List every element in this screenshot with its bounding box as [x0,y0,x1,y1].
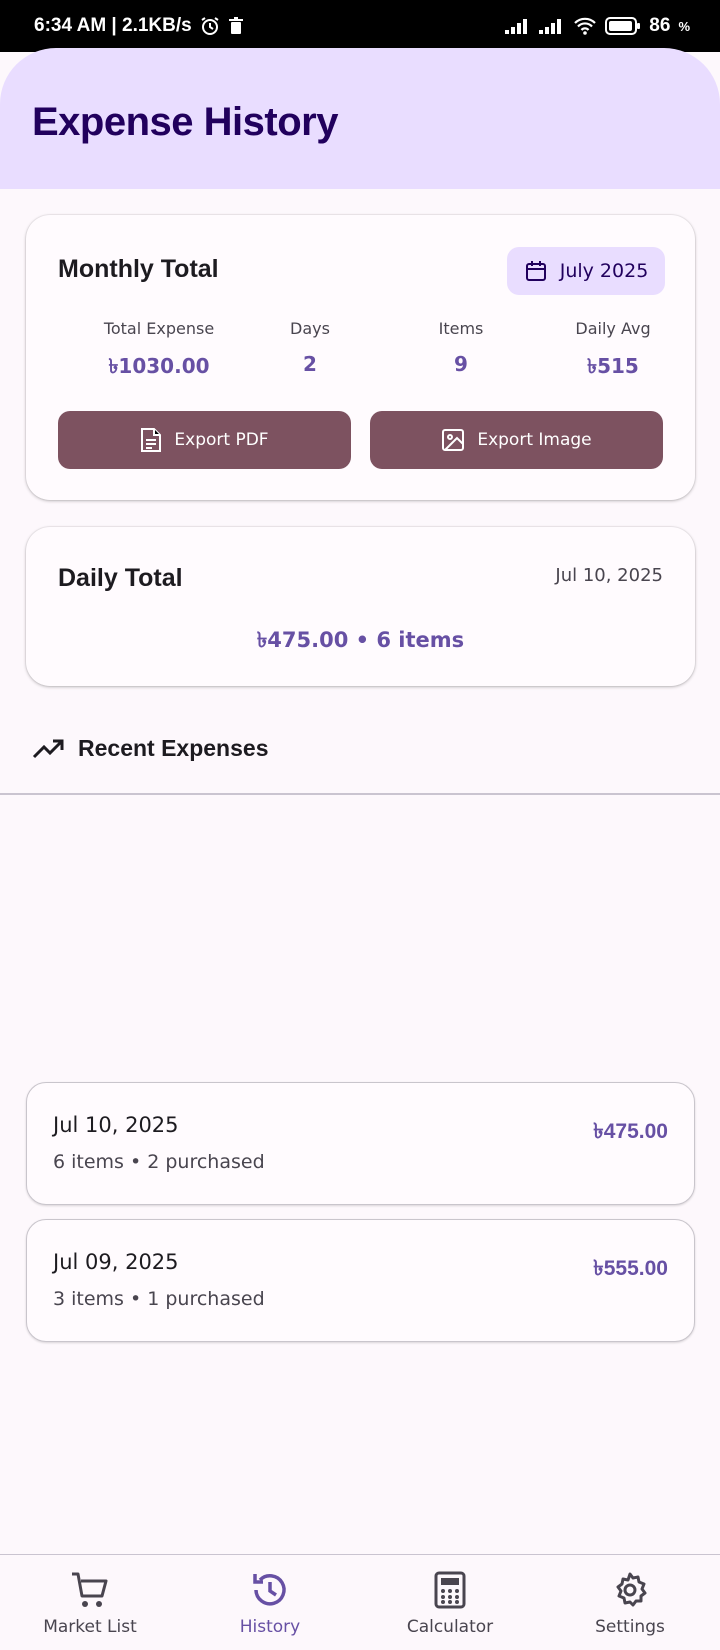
expense-meta: 6 items • 2 purchased [53,1151,265,1173]
status-left: 6:34 AM | 2.1KB/s [34,15,244,37]
battery-icon [605,17,641,35]
document-icon [141,428,162,452]
stat-label: Days [290,319,330,338]
month-label: July 2025 [559,260,649,282]
calculator-icon [434,1571,466,1609]
app-header: Expense History [0,48,720,189]
daily-date: Jul 10, 2025 [555,565,663,586]
calendar-icon [525,261,546,281]
nav-settings[interactable]: Settings [540,1571,720,1637]
recent-expenses-header: Recent Expenses [32,735,268,762]
status-right: 86% [505,15,690,37]
nav-label: History [239,1617,301,1637]
daily-total-card: Daily Total Jul 10, 2025 ৳475.00 • 6 ite… [26,527,695,686]
nav-label: Calculator [406,1617,494,1637]
stat-daily-avg: Daily Avg ৳515 [538,319,688,385]
history-icon [253,1574,286,1606]
nav-history[interactable]: History [180,1571,360,1637]
stat-items: Items 9 [386,319,536,376]
monthly-total-card: Monthly Total July 2025 Total Expense ৳1… [26,215,695,500]
export-image-button[interactable]: Export Image [370,411,663,469]
nav-label: Settings [595,1617,665,1637]
status-time: 6:34 AM | 2.1KB/s [34,15,192,36]
daily-summary: ৳475.00 • 6 items [256,628,465,652]
expense-list-item[interactable]: Jul 10, 2025 6 items • 2 purchased ৳475.… [26,1082,695,1205]
nav-calculator[interactable]: Calculator [360,1571,540,1637]
expense-list-item[interactable]: Jul 09, 2025 3 items • 1 purchased ৳555.… [26,1219,695,1342]
expense-date: Jul 10, 2025 [53,1113,179,1137]
stat-label: Total Expense [103,319,215,338]
month-selector-button[interactable]: July 2025 [507,247,665,295]
expense-amount: ৳555.00 [593,1257,668,1280]
stat-value: ৳1030.00 [108,354,210,378]
image-icon [442,429,465,451]
gear-icon [616,1572,647,1607]
trash-icon [228,17,243,34]
wifi-icon [574,17,597,35]
expense-amount: ৳475.00 [593,1120,668,1143]
stat-value: 9 [454,352,468,376]
export-pdf-label: Export PDF [174,430,269,450]
expense-date: Jul 09, 2025 [53,1250,179,1274]
expense-meta: 3 items • 1 purchased [53,1288,265,1310]
signal-icon [539,19,562,34]
stat-value: ৳515 [587,354,639,378]
divider [0,793,720,795]
alarm-icon [201,17,219,35]
stat-label: Daily Avg [575,319,651,338]
signal-icon [505,19,528,34]
page-title: Expense History [32,100,338,144]
nav-label: Market List [43,1617,137,1637]
export-image-label: Export Image [477,430,592,450]
export-pdf-button[interactable]: Export PDF [58,411,351,469]
stat-days: Days 2 [235,319,385,376]
monthly-total-title: Monthly Total [58,255,219,283]
stat-label: Items [438,319,484,338]
recent-expenses-title: Recent Expenses [78,735,269,761]
battery-percent-sign: % [678,18,690,34]
bottom-navigation: Market List History Calculator Settings [0,1554,720,1650]
status-bar: 6:34 AM | 2.1KB/s 86% [0,0,720,52]
daily-total-title: Daily Total [58,564,183,592]
trending-up-icon [32,739,64,758]
cart-icon [72,1572,108,1607]
stat-total-expense: Total Expense ৳1030.00 [84,319,234,385]
battery-level: 86 [649,15,671,36]
nav-market-list[interactable]: Market List [0,1571,180,1637]
stat-value: 2 [303,352,317,376]
